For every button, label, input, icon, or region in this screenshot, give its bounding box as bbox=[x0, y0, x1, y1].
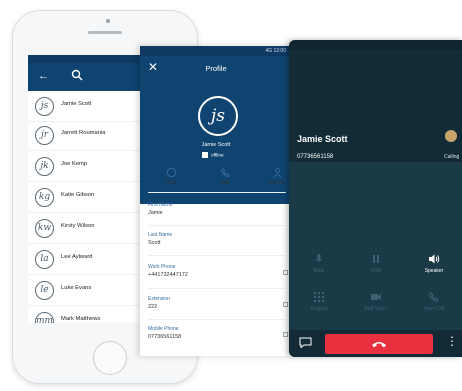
contact-avatar: le bbox=[35, 281, 54, 300]
status-bar: 4G 12:00 bbox=[140, 46, 292, 56]
phone-icon bbox=[220, 168, 230, 178]
field-label: Extension bbox=[148, 296, 170, 302]
contact-avatar: jk bbox=[35, 157, 54, 176]
add-video-label: Add Video bbox=[364, 306, 388, 312]
front-camera bbox=[106, 19, 110, 23]
mute-button[interactable]: Mute bbox=[299, 253, 339, 274]
field-label: Mobile Phone bbox=[148, 326, 179, 332]
new-call-icon bbox=[428, 292, 439, 303]
field-value: Jamie bbox=[148, 210, 163, 216]
more-options-icon[interactable]: ⋮ bbox=[446, 335, 458, 347]
contact-name: Kirsty Wilson bbox=[61, 223, 95, 229]
call-action[interactable]: Call bbox=[200, 167, 250, 186]
work-phone-call-icon[interactable] bbox=[283, 270, 288, 275]
add-video-button[interactable]: Add Video bbox=[356, 291, 396, 312]
mobile-phone-call-icon[interactable] bbox=[283, 332, 288, 337]
hold-button[interactable]: Hold bbox=[356, 253, 396, 274]
field-label: Work Phone bbox=[148, 264, 176, 270]
profile-screen: 4G 12:00 ✕ Profile js Jamie Scott offlin… bbox=[140, 46, 292, 356]
contact-name: Mark Matthews bbox=[61, 316, 101, 322]
presence-square-icon bbox=[202, 152, 208, 158]
divider bbox=[148, 192, 286, 193]
contact-avatar: js bbox=[35, 97, 54, 116]
contact-name: Luke Evans bbox=[61, 285, 92, 291]
contact-name: Katie Gibson bbox=[61, 192, 95, 198]
speaker-button[interactable]: Speaker bbox=[414, 253, 454, 274]
chat-bubble-icon[interactable] bbox=[299, 337, 312, 348]
earpiece bbox=[88, 31, 122, 34]
field-value: 222 bbox=[148, 304, 158, 310]
call-header bbox=[289, 50, 462, 162]
callee-avatar bbox=[445, 130, 457, 142]
field-value: 07736561158 bbox=[148, 334, 182, 340]
join-room-label: Join Ro bbox=[268, 180, 286, 186]
field-label: First Name bbox=[148, 202, 173, 208]
mute-label: Mute bbox=[313, 268, 325, 274]
work-phone-field[interactable]: Work Phone +441732447172 bbox=[148, 264, 288, 278]
back-arrow-icon[interactable]: ← bbox=[38, 69, 49, 83]
field-label: Last Name bbox=[148, 232, 173, 238]
extension-field[interactable]: Extension 222 bbox=[148, 296, 288, 310]
contact-avatar: kg bbox=[35, 188, 54, 207]
hang-up-icon bbox=[372, 342, 386, 348]
call-action-label: Call bbox=[220, 180, 230, 186]
contact-name: Joe Kemp bbox=[61, 161, 88, 167]
hold-label: Hold bbox=[370, 268, 382, 274]
contact-name: Lee Aylward bbox=[61, 254, 93, 260]
microphone-icon bbox=[315, 254, 323, 262]
new-call-label: New Call bbox=[423, 306, 444, 312]
last-name-field: Last Name Scott bbox=[148, 232, 288, 246]
contact-avatar: jr bbox=[35, 126, 54, 145]
contact-avatar: mm bbox=[35, 312, 54, 323]
extension-call-icon[interactable] bbox=[283, 302, 288, 307]
presence-status: offline bbox=[202, 152, 224, 158]
mobile-phone-field[interactable]: Mobile Phone 07736561158 bbox=[148, 326, 288, 340]
chat-icon bbox=[166, 167, 176, 178]
profile-name: Jamie Scott bbox=[201, 142, 231, 148]
chat-action[interactable]: Chat bbox=[146, 167, 196, 186]
keypad-label: Keypad bbox=[310, 306, 328, 312]
home-button[interactable] bbox=[93, 341, 127, 375]
chat-action-label: Chat bbox=[165, 180, 177, 186]
divider bbox=[148, 225, 286, 226]
page-title: Profile bbox=[205, 64, 227, 73]
presence-label: offline bbox=[211, 153, 224, 159]
end-call-button[interactable] bbox=[325, 334, 433, 354]
field-value: Scott bbox=[148, 240, 161, 246]
keypad-icon bbox=[314, 292, 324, 302]
video-camera-icon bbox=[371, 294, 381, 300]
contact-name: Jarrett Roumania bbox=[61, 130, 106, 136]
join-room-icon bbox=[273, 168, 281, 178]
join-room-action[interactable]: Join Ro bbox=[252, 167, 292, 186]
call-screen: Jamie Scott 07736561158 Calling Mute Hol… bbox=[289, 40, 462, 357]
divider bbox=[148, 319, 286, 320]
status-bar bbox=[289, 40, 462, 50]
call-state: Calling bbox=[444, 154, 460, 160]
search-icon[interactable] bbox=[71, 69, 83, 81]
field-value: +441732447172 bbox=[148, 272, 188, 278]
first-name-field: First Name Jamie bbox=[148, 202, 288, 216]
callee-number: 07736561158 bbox=[297, 154, 334, 160]
speaker-icon bbox=[429, 254, 440, 264]
contact-name: Jamie Scott bbox=[61, 101, 92, 107]
contact-avatar: la bbox=[35, 250, 54, 269]
keypad-button[interactable]: Keypad bbox=[299, 291, 339, 312]
divider bbox=[148, 255, 286, 256]
speaker-label: Speaker bbox=[424, 268, 444, 274]
divider bbox=[148, 288, 286, 289]
profile-avatar: js bbox=[198, 96, 238, 136]
callee-name: Jamie Scott bbox=[297, 134, 348, 144]
pause-icon bbox=[373, 255, 379, 263]
contact-avatar: kw bbox=[35, 219, 54, 238]
new-call-button[interactable]: New Call bbox=[414, 291, 454, 312]
